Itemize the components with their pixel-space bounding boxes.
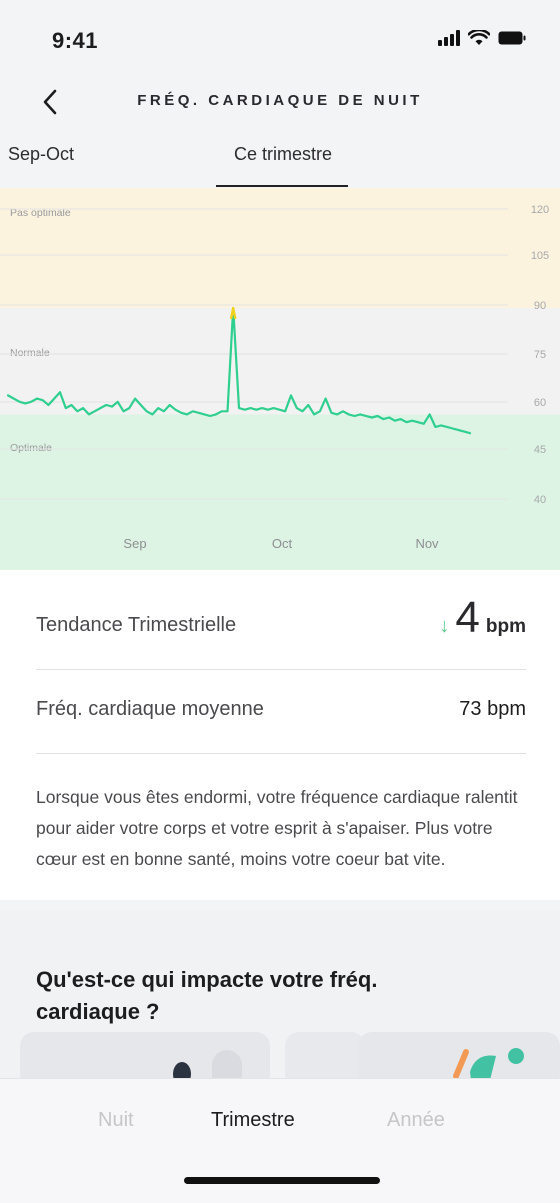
stats-card: Tendance Trimestrielle ↓ 4 bpm Fréq. car… [0, 570, 560, 900]
average-row: Fréq. cardiaque moyenne 73 bpm [36, 670, 526, 754]
zone-label: Optimale [10, 442, 52, 454]
zone-band [0, 188, 560, 308]
y-tick-label: 60 [534, 397, 546, 409]
y-tick-label: 120 [531, 204, 549, 216]
impact-title: Qu'est-ce qui impacte votre fréq. cardia… [36, 967, 378, 1024]
x-tick-label: Oct [272, 536, 293, 551]
tab-sep-oct[interactable]: Sep-Oct [8, 144, 74, 165]
status-icons [438, 30, 526, 46]
bottom-tab-quarter[interactable]: Trimestre [211, 1109, 295, 1132]
status-time: 9:41 [52, 28, 99, 53]
average-label: Fréq. cardiaque moyenne [36, 698, 264, 720]
bottom-tab-bar: Nuit Trimestre Année [0, 1078, 560, 1203]
y-tick-label: 40 [534, 494, 546, 506]
y-tick-label: 75 [534, 349, 546, 361]
trend-label: Tendance Trimestrielle [36, 614, 237, 636]
battery-icon [498, 31, 526, 45]
average-value: 73 bpm [459, 698, 526, 720]
chart-svg: Pas optimaleNormaleOptimale1201059075604… [0, 188, 560, 570]
y-tick-label: 45 [534, 444, 546, 456]
x-tick-label: Nov [415, 536, 439, 551]
zone-label: Normale [10, 347, 50, 359]
trend-row: Tendance Trimestrielle ↓ 4 bpm [36, 586, 526, 670]
trend-unit: bpm [485, 616, 526, 637]
trend-number: 4 [455, 593, 480, 642]
trend-down-arrow-icon: ↓ [439, 615, 450, 637]
impact-section: Qu'est-ce qui impacte votre fréq. cardia… [0, 910, 560, 1090]
tab-this-quarter[interactable]: Ce trimestre [216, 144, 350, 165]
trend-value: ↓ 4 bpm [439, 596, 526, 640]
bottom-tab-night[interactable]: Nuit [98, 1109, 134, 1132]
page-title: FRÉQ. CARDIAQUE DE NUIT [137, 92, 423, 109]
zone-band [0, 308, 560, 415]
y-tick-label: 105 [531, 250, 549, 262]
cellular-signal-icon [438, 30, 460, 46]
status-bar: 9:41 [0, 0, 560, 80]
y-tick-label: 90 [534, 300, 546, 312]
home-indicator [184, 1177, 380, 1184]
period-tabs: Sep-Oct Ce trimestre [0, 136, 560, 188]
heart-rate-chart: Pas optimale Normale Optimale 120 105 90 75 60 4… [0, 188, 560, 570]
nav-header: FRÉQ. CARDIAQUE DE NUIT [0, 80, 560, 128]
x-tick-label: Sep [123, 536, 146, 551]
description-text: Lorsque vous êtes endormi, votre fréquen… [36, 787, 518, 869]
tab-active-underline [216, 185, 348, 187]
wifi-icon [468, 30, 490, 46]
bottom-tab-year[interactable]: Année [387, 1109, 445, 1132]
